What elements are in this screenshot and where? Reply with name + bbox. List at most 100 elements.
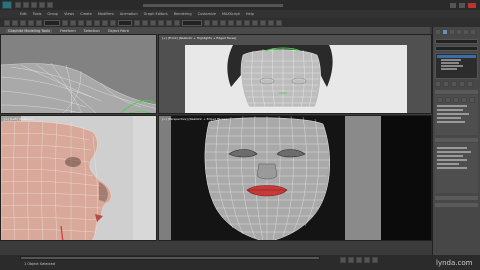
- menu-modifiers[interactable]: Modifiers: [98, 12, 114, 16]
- time-slider[interactable]: [20, 256, 320, 260]
- open-icon[interactable]: [23, 2, 29, 8]
- undo-icon[interactable]: [39, 2, 45, 8]
- ribbon-tab-graphite[interactable]: Graphite Modeling Tools: [6, 28, 53, 33]
- angle-snap-icon[interactable]: [158, 19, 164, 26]
- graphite-toggle-icon[interactable]: [228, 19, 234, 26]
- window-crossing-icon[interactable]: [86, 19, 92, 26]
- schematic-view-icon[interactable]: [244, 19, 250, 26]
- border-mode-icon[interactable]: [453, 97, 459, 103]
- unlink-icon[interactable]: [28, 19, 34, 26]
- align-icon[interactable]: [212, 19, 218, 26]
- render-setup-icon[interactable]: [260, 19, 266, 26]
- modifier-stack[interactable]: [435, 53, 478, 79]
- stack-item-selected[interactable]: [437, 55, 476, 58]
- pivot-icon[interactable]: [134, 19, 140, 26]
- bind-icon[interactable]: [36, 19, 42, 26]
- pin-stack-icon[interactable]: [435, 81, 441, 87]
- menu-customize[interactable]: Customize: [198, 12, 216, 16]
- render-frame-icon[interactable]: [268, 19, 274, 26]
- maximize-icon[interactable]: [459, 2, 465, 8]
- prev-frame-icon[interactable]: [348, 257, 354, 263]
- option-row[interactable]: [437, 167, 467, 169]
- redo-tool-icon[interactable]: [12, 19, 18, 26]
- vertex-mode-icon[interactable]: [437, 97, 443, 103]
- stack-item[interactable]: [441, 59, 461, 61]
- new-icon[interactable]: [15, 2, 21, 8]
- save-icon[interactable]: [31, 2, 37, 8]
- option-row[interactable]: [437, 109, 463, 111]
- rect-selection-icon[interactable]: [78, 19, 84, 26]
- go-to-end-icon[interactable]: [372, 257, 378, 263]
- show-end-result-icon[interactable]: [443, 81, 449, 87]
- element-mode-icon[interactable]: [469, 97, 475, 103]
- option-row[interactable]: [437, 117, 461, 119]
- render-icon[interactable]: [276, 19, 282, 26]
- mirror-icon[interactable]: [204, 19, 210, 26]
- scale-icon[interactable]: [110, 19, 116, 26]
- utilities-tab-icon[interactable]: [470, 29, 476, 35]
- option-row[interactable]: [437, 151, 471, 153]
- motion-tab-icon[interactable]: [456, 29, 462, 35]
- undo-tool-icon[interactable]: [4, 19, 10, 26]
- close-icon[interactable]: [468, 2, 476, 8]
- select-by-name-icon[interactable]: [70, 19, 76, 26]
- rollout-edit-geometry[interactable]: [435, 196, 478, 200]
- viewport-perspective-label[interactable]: [+] [Perspective] [Realistic + Edged Fac…: [162, 117, 227, 121]
- remove-modifier-icon[interactable]: [459, 81, 465, 87]
- stack-item[interactable]: [441, 62, 459, 64]
- max-logo-icon[interactable]: [2, 1, 12, 9]
- menu-views[interactable]: Views: [64, 12, 74, 16]
- move-icon[interactable]: [94, 19, 100, 26]
- make-unique-icon[interactable]: [451, 81, 457, 87]
- rollout-subdivision[interactable]: [435, 203, 478, 207]
- option-row[interactable]: [437, 121, 465, 123]
- menu-help[interactable]: Help: [246, 12, 254, 16]
- link-icon[interactable]: [20, 19, 26, 26]
- option-row[interactable]: [437, 105, 467, 107]
- polygon-mode-icon[interactable]: [461, 97, 467, 103]
- object-name-field[interactable]: [435, 39, 478, 44]
- display-tab-icon[interactable]: [463, 29, 469, 35]
- option-row[interactable]: [437, 155, 463, 157]
- hierarchy-tab-icon[interactable]: [449, 29, 455, 35]
- redo-icon[interactable]: [47, 2, 53, 8]
- edge-mode-icon[interactable]: [445, 97, 451, 103]
- stack-item[interactable]: [441, 68, 457, 70]
- minimize-icon[interactable]: [450, 2, 456, 8]
- select-icon[interactable]: [62, 19, 68, 26]
- menu-rendering[interactable]: Rendering: [174, 12, 192, 16]
- ribbon-tab-selection[interactable]: Selection: [84, 29, 100, 33]
- viewport-left-label[interactable]: [+] [Left] [Realistic]: [4, 117, 34, 121]
- next-frame-icon[interactable]: [364, 257, 370, 263]
- rotate-icon[interactable]: [102, 19, 108, 26]
- rollout-soft-selection[interactable]: [435, 138, 478, 142]
- viewport-top[interactable]: [0, 34, 157, 114]
- configure-sets-icon[interactable]: [467, 81, 473, 87]
- spinner-snap-icon[interactable]: [174, 19, 180, 26]
- reference-coord-dropdown[interactable]: [118, 19, 132, 26]
- viewport-front-label[interactable]: [+] [Front] [Realistic + Highlights + Ed…: [162, 36, 236, 40]
- menu-tools[interactable]: Tools: [33, 12, 42, 16]
- option-row[interactable]: [437, 159, 467, 161]
- option-row[interactable]: [437, 147, 467, 149]
- option-row[interactable]: [437, 113, 469, 115]
- modifier-list-dropdown[interactable]: [435, 46, 478, 51]
- layers-icon[interactable]: [220, 19, 226, 26]
- menu-group[interactable]: Group: [47, 12, 58, 16]
- ribbon-tab-freeform[interactable]: Freeform: [60, 29, 76, 33]
- viewport-front[interactable]: [+] [Front] [Realistic + Highlights + Ed…: [158, 34, 432, 114]
- menu-edit[interactable]: Edit: [20, 12, 27, 16]
- go-to-start-icon[interactable]: [340, 257, 346, 263]
- selection-filter-dropdown[interactable]: [44, 19, 60, 26]
- material-editor-icon[interactable]: [252, 19, 258, 26]
- viewport-left[interactable]: [+] [Left] [Realistic]: [0, 115, 157, 241]
- menu-graph-editors[interactable]: Graph Editors: [144, 12, 168, 16]
- option-row[interactable]: [437, 163, 459, 165]
- ribbon-tab-object-paint[interactable]: Object Paint: [108, 29, 129, 33]
- menu-animation[interactable]: Animation: [120, 12, 138, 16]
- modify-tab-icon[interactable]: [442, 29, 448, 35]
- menu-maxscript[interactable]: MAXScript: [222, 12, 240, 16]
- curve-editor-icon[interactable]: [236, 19, 242, 26]
- stack-item[interactable]: [441, 65, 463, 67]
- percent-snap-icon[interactable]: [166, 19, 172, 26]
